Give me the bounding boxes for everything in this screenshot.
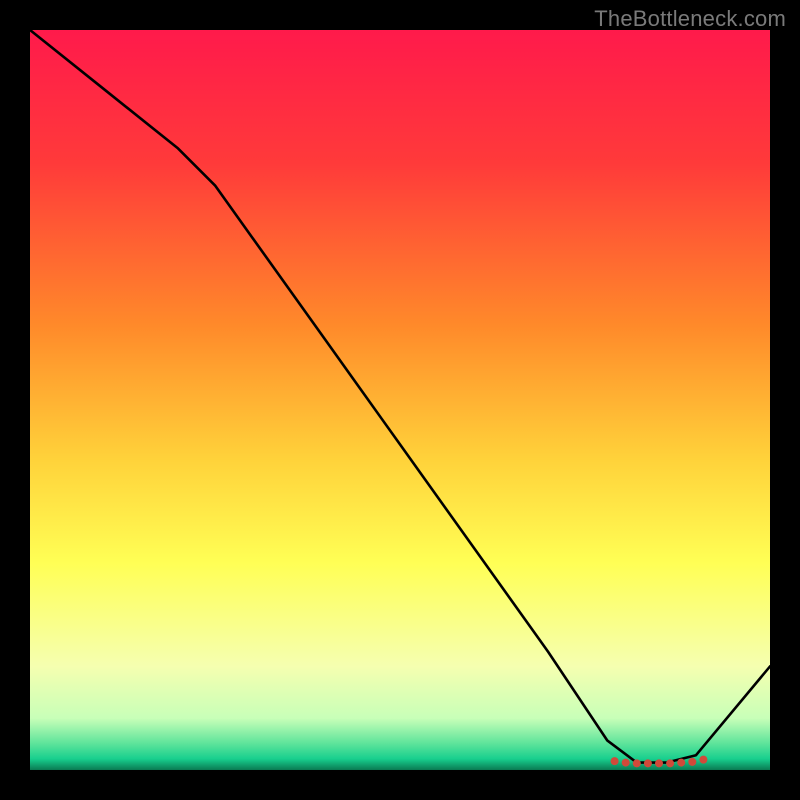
- chart-frame: TheBottleneck.com: [0, 0, 800, 800]
- marker-point: [611, 757, 619, 765]
- marker-point: [622, 759, 630, 767]
- marker-point: [644, 759, 652, 767]
- marker-point: [677, 759, 685, 767]
- marker-point: [655, 759, 663, 767]
- chart-plot: [30, 30, 770, 770]
- marker-point: [699, 756, 707, 764]
- watermark-text: TheBottleneck.com: [594, 6, 786, 32]
- marker-point: [633, 759, 641, 767]
- plot-background: [30, 30, 770, 770]
- marker-point: [688, 758, 696, 766]
- marker-point: [666, 759, 674, 767]
